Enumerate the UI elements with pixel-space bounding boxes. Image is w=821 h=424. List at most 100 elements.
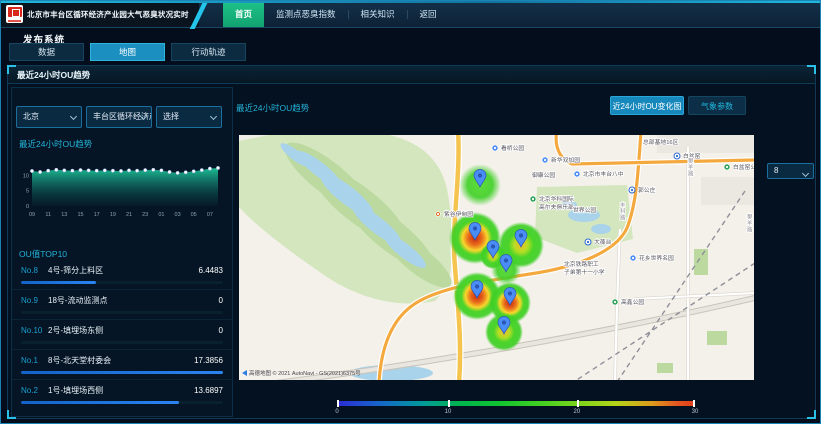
ou-rank-row[interactable]: No.2 1号-填埋场西侧 13.6897 <box>12 380 232 410</box>
x-tick-label: 05 <box>191 212 197 218</box>
value-bar-track <box>21 281 223 284</box>
map-container[interactable]: 看桥公园新华双加园总部基地16区御康公园北京市丰台八中世界公园北京华科国际高尔夫… <box>239 135 754 380</box>
y-tick-label: 5 <box>26 189 29 195</box>
hour-select[interactable]: 8 <box>767 163 814 179</box>
ou-value: 0 <box>219 326 223 335</box>
svg-text:北京铁路职工: 北京铁路职工 <box>564 260 599 268</box>
chevron-down-icon <box>210 113 217 120</box>
map-place-label: 郭公庄 <box>629 186 656 194</box>
tab-trajectory[interactable]: 行动轨迹 <box>171 43 246 61</box>
y-tick-label: 10 <box>23 173 29 179</box>
station-name: 4号-筛分上料区 <box>48 265 199 276</box>
nav-odor-index[interactable]: 监测点恶臭指数 <box>264 1 348 27</box>
topbar: 北京市丰台区循环经济产业园大气恶臭状况实时 首页 监测点恶臭指数 相关知识 返回 <box>1 1 820 28</box>
trend-point <box>160 169 163 172</box>
weather-params-button[interactable]: 气象参数 <box>688 96 746 115</box>
ou-top-title: OU值TOP10 <box>19 248 67 260</box>
x-tick-label: 17 <box>94 212 100 218</box>
nav-knowledge[interactable]: 相关知识 <box>349 1 407 27</box>
app-window: 北京市丰台区循环经济产业园大气恶臭状况实时 首页 监测点恶臭指数 相关知识 返回… <box>0 0 821 424</box>
park-select[interactable]: 丰台区循环经济产业园 <box>86 106 152 128</box>
pin-icon-dot <box>544 159 546 161</box>
ou-value: 17.3856 <box>194 356 223 365</box>
svg-text:子弟第十一小学: 子弟第十一小学 <box>564 268 605 276</box>
trend-point <box>103 169 106 172</box>
map-attribution: 高德地图 © 2021 AutoNavi - GS(2021)6375号 <box>242 369 361 377</box>
app-logo-icon <box>6 5 23 23</box>
trend-point <box>127 169 130 172</box>
point-select[interactable]: 选择 <box>156 106 222 128</box>
point-select-value: 选择 <box>163 112 179 121</box>
view-tabs: 数据 地图 行动轨迹 <box>9 43 246 61</box>
metro-icon-dot <box>676 155 678 157</box>
legend-tick <box>448 400 450 407</box>
svg-text:北京华科国际: 北京华科国际 <box>539 195 574 203</box>
panel-corner <box>807 65 816 74</box>
legend-tick <box>693 400 695 407</box>
svg-text:北京市丰台八中: 北京市丰台八中 <box>583 170 624 178</box>
ou-change-chart-button[interactable]: 近24小时OU变化图 <box>610 96 684 115</box>
svg-text:花乡世界名园: 花乡世界名园 <box>639 254 674 262</box>
nav-home[interactable]: 首页 <box>223 1 264 27</box>
legend-label: 0 <box>335 409 338 415</box>
legend-tick <box>577 400 579 407</box>
logo-red-square <box>8 7 22 17</box>
map-place-label: 白盆窑公园 <box>724 163 754 171</box>
trend-point <box>47 169 50 172</box>
x-tick-label: 03 <box>175 212 181 218</box>
park-icon-dot <box>614 301 616 303</box>
ou-rank-row[interactable]: No.9 18号-流动监测点 0 <box>12 290 232 320</box>
park-icon-dot <box>532 198 534 200</box>
ou-top-list: No.8 4号-筛分上料区 6.4483 No.9 18号-流动监测点 0 <box>12 260 232 410</box>
legend-label: 10 <box>445 409 452 415</box>
x-tick-label: 11 <box>45 212 51 218</box>
ou-rank-row[interactable]: No.1 8号-北天堂村委会 17.3856 <box>12 350 232 380</box>
svg-text:世界公园: 世界公园 <box>573 206 596 214</box>
attribution-text: 高德地图 © 2021 AutoNavi - GS(2021)6375号 <box>249 369 361 377</box>
map-section-title: 最近24小时OU趋势 <box>236 102 309 114</box>
amap-logo-icon <box>242 370 247 376</box>
rank-label: No.9 <box>21 296 48 305</box>
trend-point <box>176 171 179 174</box>
park-icon-dot <box>726 166 728 168</box>
trend-point <box>95 169 98 172</box>
map-canvas[interactable]: 看桥公园新华双加园总部基地16区御康公园北京市丰台八中世界公园北京华科国际高尔夫… <box>239 135 754 380</box>
value-bar-track <box>21 341 223 344</box>
trend-point <box>111 169 114 172</box>
map-place-label: 御康公园 <box>532 171 555 179</box>
left-sidebar: 北京 丰台区循环经济产业园 选择 最近24小时OU趋势 <box>11 87 233 417</box>
trend-point <box>184 171 187 174</box>
x-tick-label: 13 <box>61 212 67 218</box>
trend-point <box>71 169 74 172</box>
legend-gradient-bar <box>337 401 695 406</box>
trend-point <box>119 169 122 172</box>
trend-section-title: 最近24小时OU趋势 <box>19 138 92 150</box>
trend-point <box>208 167 211 170</box>
ou-value: 13.6897 <box>194 386 223 395</box>
svg-text:新华双加园: 新华双加园 <box>551 156 580 164</box>
nav-back[interactable]: 返回 <box>408 1 449 27</box>
map-place-label: 丰科路 <box>620 201 626 221</box>
value-bar <box>21 401 179 404</box>
tab-data[interactable]: 数据 <box>9 43 84 61</box>
value-bar-track <box>21 371 223 374</box>
svg-text:丰科路: 丰科路 <box>620 201 626 221</box>
legend-labels: 0 10 20 30 <box>337 409 695 419</box>
trend-point <box>200 168 203 171</box>
trend-point <box>168 170 171 173</box>
map-place-label: 世界公园 <box>573 206 596 214</box>
trend-point <box>79 168 82 171</box>
ou-rank-row[interactable]: No.10 2号-填埋场东侧 0 <box>12 320 232 350</box>
svg-text:总部基地16区: 总部基地16区 <box>643 138 679 146</box>
x-tick-label: 15 <box>77 212 83 218</box>
city-select[interactable]: 北京 <box>16 106 82 128</box>
brand-zone: 北京市丰台区循环经济产业园大气恶臭状况实时 <box>1 1 199 27</box>
x-tick-label: 21 <box>126 212 132 218</box>
ou-rank-row[interactable]: No.8 4号-筛分上料区 6.4483 <box>12 260 232 290</box>
panel-title: 最近24小时OU趋势 <box>8 66 815 84</box>
tab-map[interactable]: 地图 <box>90 43 165 61</box>
rank-label: No.10 <box>21 326 48 335</box>
station-name: 8号-北天堂村委会 <box>48 355 194 366</box>
ou-value: 0 <box>219 296 223 305</box>
svg-text:郭公庄: 郭公庄 <box>638 186 656 194</box>
